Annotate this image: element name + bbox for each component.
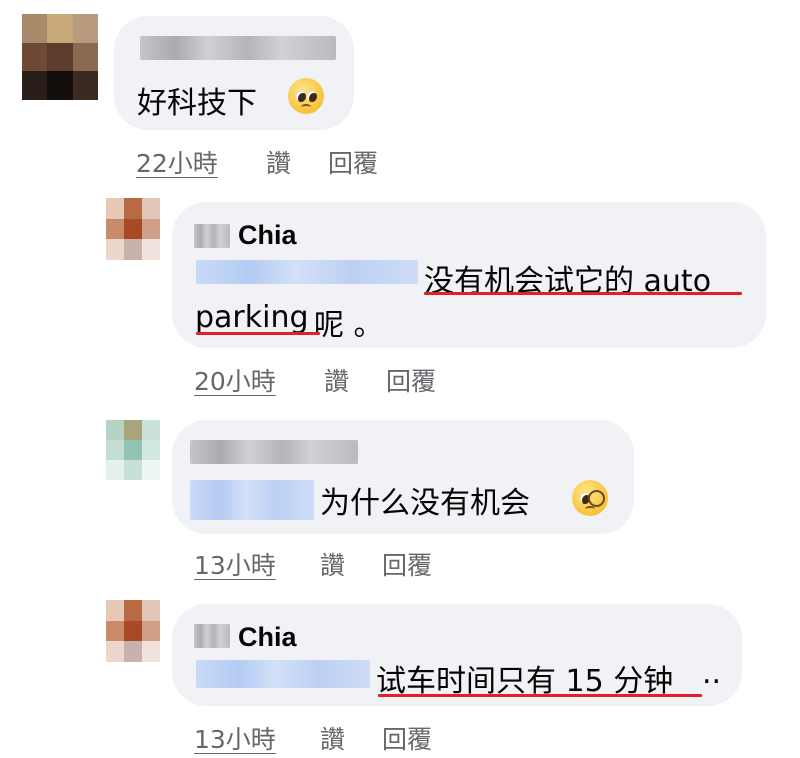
mention-redacted[interactable] — [196, 260, 418, 284]
reply-button[interactable]: 回覆 — [328, 144, 378, 180]
reply-button[interactable]: 回覆 — [382, 546, 432, 582]
avatar[interactable] — [106, 600, 160, 662]
comment-timestamp[interactable]: 22小時 — [136, 144, 218, 180]
comment-timestamp[interactable]: 13小時 — [194, 720, 276, 756]
comment-text: .. — [702, 656, 722, 691]
mention-redacted[interactable] — [190, 480, 314, 520]
comment-text: parking — [195, 300, 309, 335]
like-button[interactable]: 讚 — [324, 362, 349, 398]
mention-redacted[interactable] — [196, 660, 370, 688]
author-name[interactable]: Chia — [238, 220, 297, 251]
annotation-underline — [378, 694, 702, 697]
author-name-redacted[interactable] — [194, 224, 230, 248]
avatar[interactable] — [22, 14, 98, 100]
avatar[interactable] — [106, 420, 160, 480]
comment-timestamp[interactable]: 13小時 — [194, 546, 276, 582]
annotation-underline — [424, 292, 742, 295]
like-button[interactable]: 讚 — [320, 720, 345, 756]
pleading-face-icon — [288, 78, 324, 114]
like-button[interactable]: 讚 — [266, 144, 291, 180]
comment-text: 呢 。 — [314, 308, 384, 343]
face-with-monocle-icon — [572, 480, 608, 516]
reply-button[interactable]: 回覆 — [382, 720, 432, 756]
comment-text: 为什么没有机会 — [320, 486, 530, 521]
author-name-redacted[interactable] — [140, 36, 336, 60]
author-name-redacted[interactable] — [190, 440, 358, 464]
comment-text: 好科技下 — [137, 86, 257, 121]
reply-button[interactable]: 回覆 — [386, 362, 436, 398]
like-button[interactable]: 讚 — [320, 546, 345, 582]
avatar[interactable] — [106, 198, 160, 260]
comment-timestamp[interactable]: 20小時 — [194, 362, 276, 398]
author-name[interactable]: Chia — [238, 622, 297, 653]
author-name-redacted[interactable] — [194, 624, 230, 648]
annotation-underline — [196, 332, 320, 335]
